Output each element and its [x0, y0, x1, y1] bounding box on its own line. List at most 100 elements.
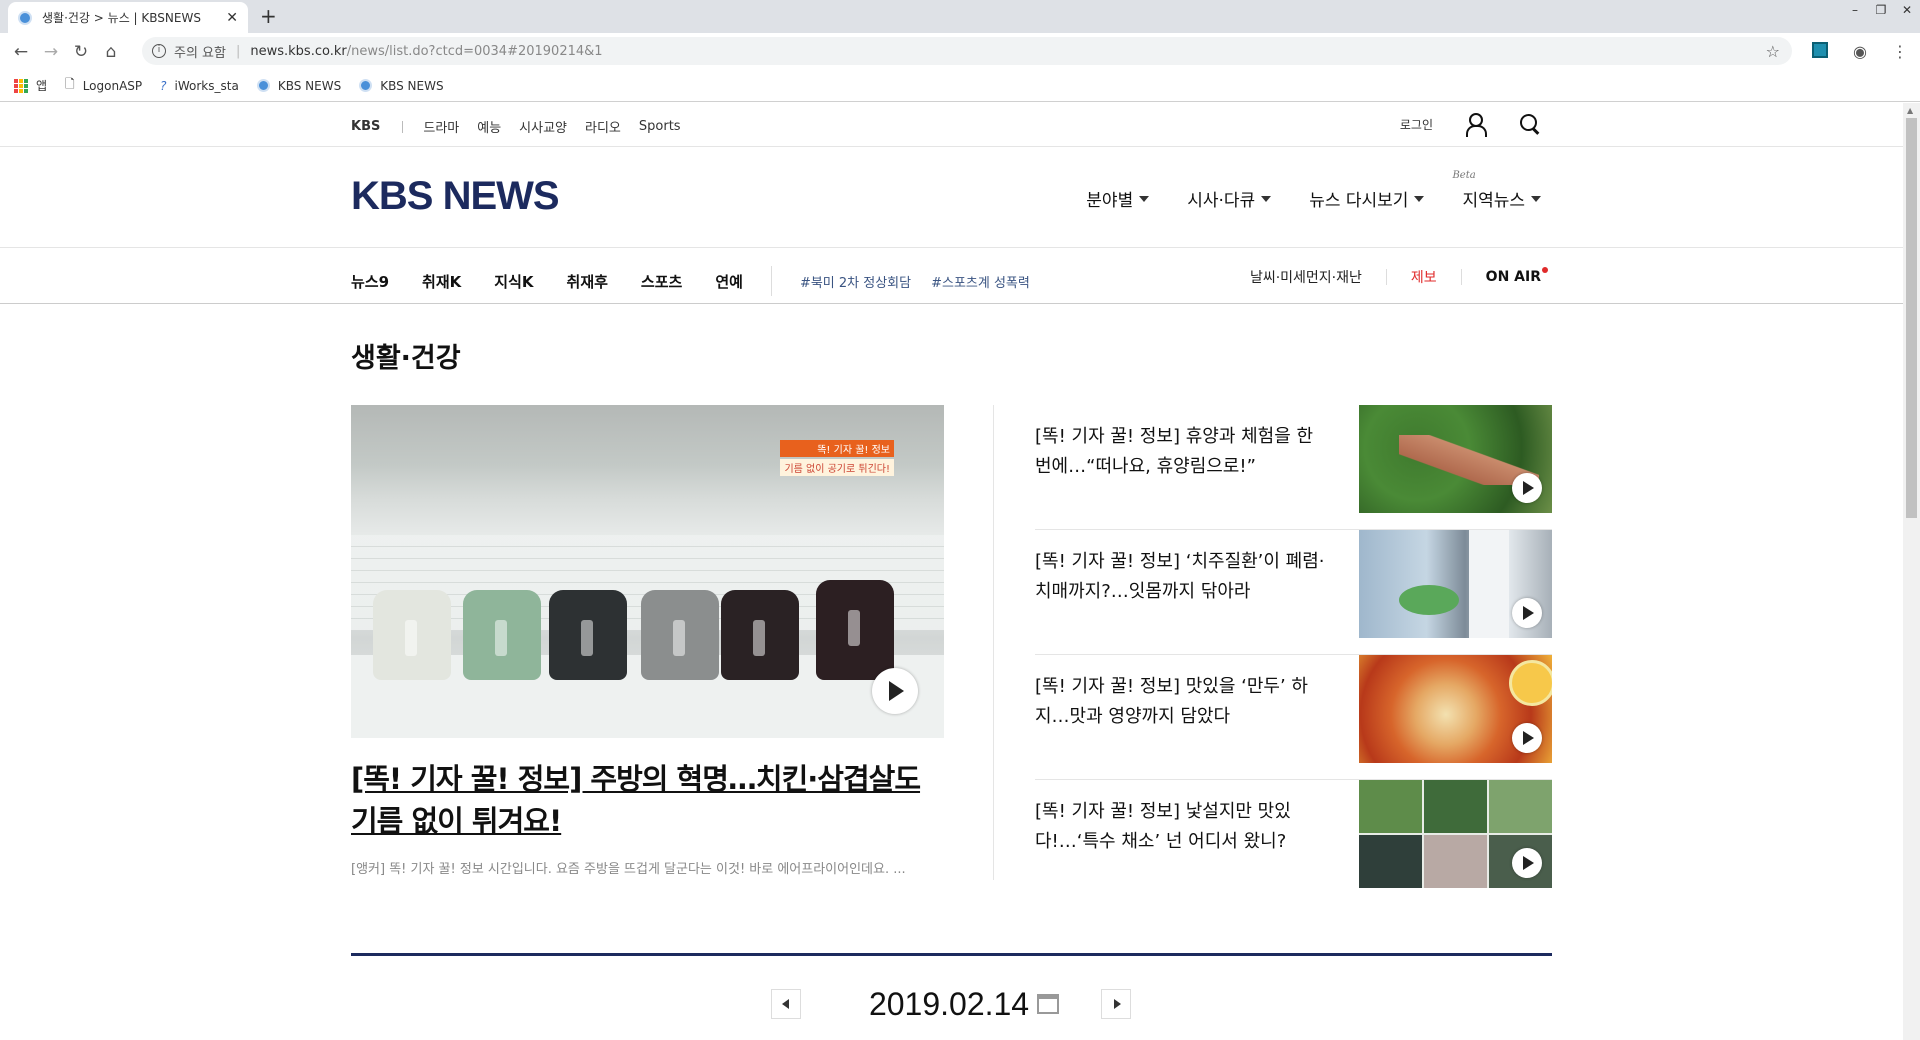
play-icon[interactable] [1512, 848, 1542, 878]
subnav-chwijaehu[interactable]: 취재후 [567, 271, 608, 292]
kbs-home-link[interactable]: KBS [351, 119, 380, 134]
bookmark-kbs-news-2[interactable]: KBS NEWS [359, 79, 444, 93]
main-article-lead[interactable]: [앵커] 똑! 기자 꿀! 정보 시간입니다. 요즘 주방을 뜨겁게 달군다는 … [351, 858, 951, 877]
iworks-icon: ? [160, 78, 167, 93]
back-icon[interactable]: ← [6, 42, 36, 62]
window-controls: – ❐ ✕ [1842, 0, 1920, 24]
main-article-thumbnail[interactable]: 똑! 기자 꿀! 정보 기름 없이 공기로 튀긴다! [351, 405, 944, 738]
user-icon[interactable] [1463, 112, 1487, 137]
menu-icon[interactable]: ⋮ [1880, 42, 1920, 61]
address-path: /news/list.do?ctcd=0034#20190214&1 [346, 43, 603, 59]
calendar-icon[interactable] [1037, 994, 1060, 1014]
airfryer-image [816, 580, 894, 680]
gnb-link-drama[interactable]: 드라마 [423, 117, 459, 136]
tab-title: 생활·건강 > 뉴스 | KBSNEWS [42, 11, 201, 25]
close-tab-icon[interactable]: ✕ [226, 10, 238, 26]
airfryer-image [373, 590, 451, 680]
on-air-link[interactable]: ON AIR [1486, 267, 1548, 285]
list-item[interactable]: [똑! 기자 꿀! 정보] 낯설지만 맛있다!…‘특수 채소’ 넌 어디서 왔니… [1035, 780, 1552, 905]
live-dot-icon [1542, 267, 1548, 273]
report-link[interactable]: 제보 [1411, 267, 1437, 287]
restore-icon[interactable]: ❐ [1868, 0, 1894, 24]
browser-toolbar: ← → ↻ ⌂ i 주의 요함 | news.kbs.co.kr /news/l… [0, 33, 1920, 70]
current-date: 2019.02.14 [868, 985, 1030, 1022]
browser-tabbar: 생활·건강 > 뉴스 | KBSNEWS ✕ + – ❐ ✕ [0, 0, 1920, 33]
scrollbar-thumb[interactable] [1906, 118, 1917, 518]
menu-by-field[interactable]: 분야별 [1086, 186, 1150, 211]
gnb-link-sports[interactable]: Sports [639, 119, 681, 134]
bookmarks-bar: 앱 🗋 LogonASP ? iWorks_sta KBS NEWS KBS N… [0, 70, 1920, 102]
main-article-headline[interactable]: [똑! 기자 꿀! 정보] 주방의 혁명…치킨·삼겹살도 기름 없이 튀겨요! [351, 758, 951, 842]
list-item-title[interactable]: [똑! 기자 꿀! 정보] 휴양과 체험을 한 번에…“떠나요, 휴양림으로!” [1035, 422, 1335, 482]
list-item-title[interactable]: [똑! 기자 꿀! 정보] 맛있을 ‘만두’ 하지…맛과 영양까지 담았다 [1035, 672, 1335, 732]
extension-icon[interactable] [1800, 41, 1840, 62]
page-scrollbar[interactable]: ▲ [1903, 103, 1920, 1040]
kbs-favicon-icon [18, 10, 32, 25]
page-icon: 🗋 [65, 77, 75, 91]
kbs-news-page: KBS 드라마 예능 시사교양 라디오 Sports 로그인 KBS NEWS … [0, 103, 1903, 1040]
hashtag-link[interactable]: #북미 2차 정상회담 [800, 272, 911, 291]
airfryer-image [721, 590, 799, 680]
caret-down-icon [1531, 195, 1541, 202]
menu-documentary[interactable]: 시사·다큐 [1187, 186, 1272, 211]
prev-date-button[interactable] [771, 989, 801, 1019]
new-tab-icon[interactable]: + [260, 4, 277, 28]
subnav-entertainment[interactable]: 연예 [715, 271, 743, 292]
play-icon[interactable] [1512, 723, 1542, 753]
list-item-thumbnail[interactable] [1359, 405, 1552, 513]
kbs-favicon-icon [359, 79, 373, 92]
info-icon[interactable]: i [152, 44, 166, 58]
list-item-title[interactable]: [똑! 기자 꿀! 정보] 낯설지만 맛있다!…‘특수 채소’ 넌 어디서 왔니… [1035, 797, 1335, 857]
play-icon[interactable] [1512, 598, 1542, 628]
date-navigator: 2019.02.14 [771, 983, 1131, 1025]
subnav-news9[interactable]: 뉴스9 [351, 271, 389, 292]
next-date-button[interactable] [1100, 989, 1131, 1019]
gnb-link-radio[interactable]: 라디오 [585, 117, 621, 136]
menu-regional-news[interactable]: Beta 지역뉴스 [1452, 170, 1541, 211]
subnav-chwijae-k[interactable]: 취재K [422, 271, 461, 292]
address-host: news.kbs.co.kr [250, 43, 347, 59]
hashtag-link[interactable]: #스포츠계 성폭력 [931, 272, 1030, 291]
video-caption: 똑! 기자 꿀! 정보 기름 없이 공기로 튀긴다! [780, 440, 894, 478]
list-item[interactable]: [똑! 기자 꿀! 정보] 맛있을 ‘만두’ 하지…맛과 영양까지 담았다 [1035, 655, 1552, 780]
kbs-news-logo[interactable]: KBS NEWS [351, 174, 560, 219]
bookmark-logonasp[interactable]: 🗋 LogonASP [65, 75, 142, 96]
beta-badge: Beta [1452, 170, 1476, 181]
gnb-link-culture[interactable]: 시사교양 [519, 117, 567, 136]
search-icon[interactable] [1519, 113, 1541, 135]
weather-link[interactable]: 날씨·미세먼지·재난 [1250, 267, 1362, 287]
sub-nav: 뉴스9 취재K 지식K 취재후 스포츠 연예 #북미 2차 정상회담 #스포츠계… [0, 249, 1903, 304]
login-link[interactable]: 로그인 [1400, 116, 1433, 133]
list-item-thumbnail[interactable] [1359, 655, 1552, 763]
play-icon[interactable] [872, 668, 918, 714]
bookmark-apps[interactable]: 앱 [14, 77, 47, 94]
apps-grid-icon [14, 78, 28, 93]
list-item-thumbnail[interactable] [1359, 780, 1552, 888]
main-nav: 분야별 시사·다큐 뉴스 다시보기 Beta 지역뉴스 [1048, 170, 1541, 211]
scroll-up-icon[interactable]: ▲ [1907, 106, 1913, 115]
list-item[interactable]: [똑! 기자 꿀! 정보] ‘치주질환’이 폐렴·치매까지?…잇몸까지 닦아라 [1035, 530, 1552, 655]
address-bar[interactable]: i 주의 요함 | news.kbs.co.kr /news/list.do?c… [142, 37, 1792, 65]
gnb-link-entertainment[interactable]: 예능 [477, 117, 501, 136]
bookmark-star-icon[interactable]: ☆ [1766, 42, 1780, 61]
date-divider [351, 953, 1552, 956]
bookmark-iworks[interactable]: ? iWorks_sta [160, 79, 239, 93]
bookmark-kbs-news-1[interactable]: KBS NEWS [256, 79, 341, 93]
profile-icon[interactable]: ◉ [1840, 42, 1880, 61]
list-item-title[interactable]: [똑! 기자 꿀! 정보] ‘치주질환’이 폐렴·치매까지?…잇몸까지 닦아라 [1035, 547, 1335, 607]
kbs-favicon-icon [256, 79, 270, 92]
close-window-icon[interactable]: ✕ [1894, 0, 1920, 24]
home-icon[interactable]: ⌂ [96, 42, 126, 62]
caret-down-icon [1261, 195, 1272, 202]
column-divider [993, 405, 994, 880]
list-item-thumbnail[interactable] [1359, 530, 1552, 638]
subnav-jisik-k[interactable]: 지식K [494, 271, 533, 292]
play-icon[interactable] [1512, 473, 1542, 503]
subnav-sports[interactable]: 스포츠 [641, 271, 682, 292]
minimize-icon[interactable]: – [1842, 0, 1868, 24]
browser-tab[interactable]: 생활·건강 > 뉴스 | KBSNEWS ✕ [8, 2, 248, 33]
reload-icon[interactable]: ↻ [66, 42, 96, 62]
list-item[interactable]: [똑! 기자 꿀! 정보] 휴양과 체험을 한 번에…“떠나요, 휴양림으로!” [1035, 405, 1552, 530]
menu-news-replay[interactable]: 뉴스 다시보기 [1309, 186, 1425, 211]
forward-icon[interactable]: → [36, 42, 66, 62]
